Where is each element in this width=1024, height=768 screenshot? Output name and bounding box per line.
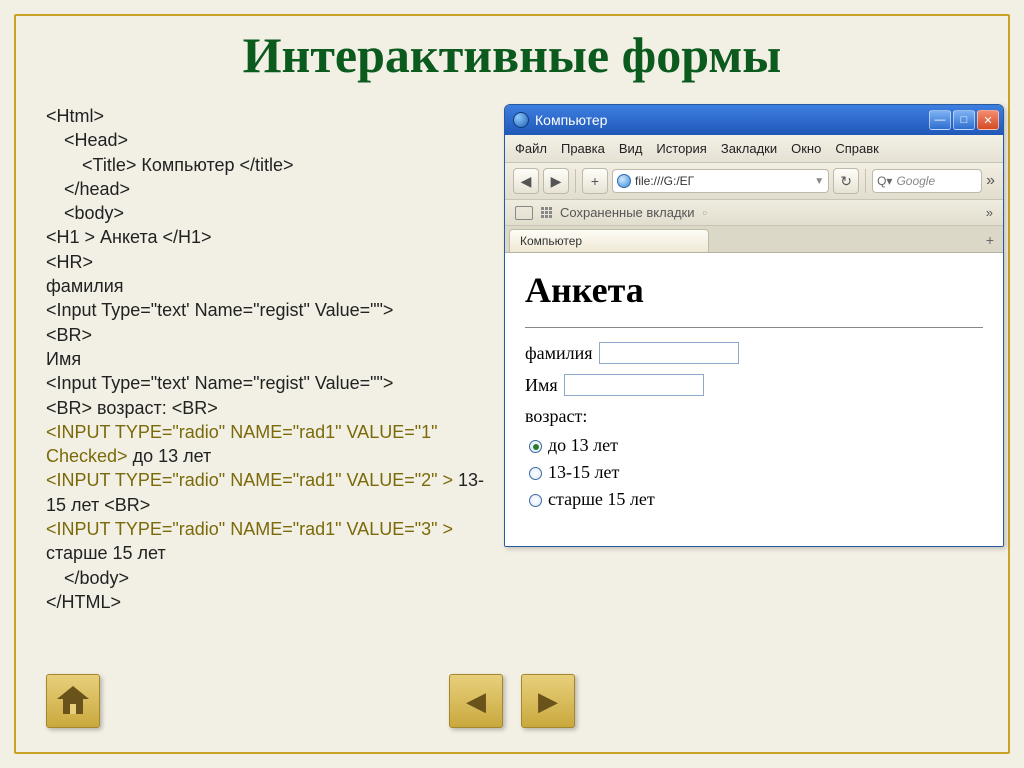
- divider: [525, 327, 983, 328]
- menu-window[interactable]: Окно: [791, 141, 821, 156]
- menu-bookmarks[interactable]: Закладки: [721, 141, 777, 156]
- slide-title: Интерактивные формы: [16, 26, 1008, 84]
- nav-buttons: ◀ ▶: [16, 674, 1008, 728]
- radio-age-2[interactable]: [529, 467, 542, 480]
- prev-button[interactable]: ◀: [449, 674, 503, 728]
- slide-frame: Интерактивные формы <Html> <Head> <Title…: [14, 14, 1010, 754]
- label-age: возраст:: [525, 406, 983, 427]
- globe-icon: [617, 174, 631, 188]
- reload-button[interactable]: ↻: [833, 168, 859, 194]
- label-surname: фамилия: [525, 343, 593, 364]
- url-text: file:///G:/ЕГ: [635, 174, 810, 188]
- home-button[interactable]: [46, 674, 100, 728]
- new-tab-button[interactable]: +: [977, 232, 1003, 252]
- code-line: </head>: [46, 177, 486, 201]
- minimize-button[interactable]: —: [929, 110, 951, 130]
- bookmarks-bar: Сохраненные вкладки ▫ »: [505, 200, 1003, 226]
- radio-label: до 13 лет: [548, 435, 618, 455]
- menu-edit[interactable]: Правка: [561, 141, 605, 156]
- dropdown-icon[interactable]: ▼: [814, 176, 824, 187]
- code-line: </HTML>: [46, 590, 486, 614]
- code-line: <Title> Компьютер </title>: [46, 153, 486, 177]
- label-name: Имя: [525, 375, 558, 396]
- code-line: <H1 > Анкета </H1>: [46, 225, 486, 249]
- code-line: <INPUT TYPE="radio" NAME="rad1" VALUE="2…: [46, 468, 486, 517]
- home-icon: [58, 688, 88, 714]
- search-placeholder: Google: [896, 174, 935, 188]
- tab-bar: Компьютер +: [505, 226, 1003, 253]
- radio-age-3[interactable]: [529, 494, 542, 507]
- url-field[interactable]: file:///G:/ЕГ ▼: [612, 169, 829, 193]
- code-line: Имя: [46, 347, 486, 371]
- code-line: <body>: [46, 201, 486, 225]
- titlebar[interactable]: Компьютер — □ ✕: [505, 105, 1003, 135]
- book-icon[interactable]: [515, 206, 533, 220]
- code-line: <Head>: [46, 128, 486, 152]
- menu-file[interactable]: Файл: [515, 141, 547, 156]
- app-icon: [513, 112, 529, 128]
- page-heading: Анкета: [525, 269, 983, 311]
- overflow-icon[interactable]: »: [986, 172, 995, 190]
- forward-button[interactable]: ▶: [543, 168, 569, 194]
- code-line: <HR>: [46, 250, 486, 274]
- page-content: Анкета фамилия Имя возраст: до 13 лет 13…: [505, 253, 1003, 546]
- code-line: <INPUT TYPE="radio" NAME="rad1" VALUE="3…: [46, 517, 486, 566]
- input-surname[interactable]: [599, 342, 739, 364]
- radio-label: старше 15 лет: [548, 489, 655, 509]
- search-field[interactable]: Q▾ Google: [872, 169, 982, 193]
- browser-window: Компьютер — □ ✕ Файл Правка Вид История …: [504, 104, 1004, 547]
- code-line: <Html>: [46, 104, 486, 128]
- tab-active[interactable]: Компьютер: [509, 229, 709, 252]
- radio-age-1[interactable]: [529, 440, 542, 453]
- menu-view[interactable]: Вид: [619, 141, 643, 156]
- code-line: <BR> возраст: <BR>: [46, 396, 486, 420]
- search-icon: Q▾: [877, 174, 892, 188]
- overflow-icon[interactable]: »: [986, 205, 993, 220]
- code-line: фамилия: [46, 274, 486, 298]
- menu-bar: Файл Правка Вид История Закладки Окно Сп…: [505, 135, 1003, 163]
- code-line: <BR>: [46, 323, 486, 347]
- close-button[interactable]: ✕: [977, 110, 999, 130]
- input-name[interactable]: [564, 374, 704, 396]
- menu-help[interactable]: Справк: [835, 141, 878, 156]
- code-line: <Input Type="text' Name="regist" Value="…: [46, 298, 486, 322]
- menu-history[interactable]: История: [656, 141, 706, 156]
- window-title: Компьютер: [535, 112, 607, 128]
- back-button[interactable]: ◀: [513, 168, 539, 194]
- toolbar: ◀ ▶ + file:///G:/ЕГ ▼ ↻ Q▾ Google: [505, 163, 1003, 200]
- code-line: <INPUT TYPE="radio" NAME="rad1" VALUE="1…: [46, 420, 486, 469]
- code-listing: <Html> <Head> <Title> Компьютер </title>…: [46, 104, 486, 614]
- radio-label: 13-15 лет: [548, 462, 619, 482]
- code-line: </body>: [46, 566, 486, 590]
- add-button[interactable]: +: [582, 168, 608, 194]
- separator: [575, 169, 576, 193]
- code-line: <Input Type="text' Name="regist" Value="…: [46, 371, 486, 395]
- grid-icon[interactable]: [541, 207, 552, 218]
- bookmarks-label[interactable]: Сохраненные вкладки: [560, 205, 694, 220]
- next-button[interactable]: ▶: [521, 674, 575, 728]
- content-row: <Html> <Head> <Title> Компьютер </title>…: [16, 84, 1008, 614]
- separator: [865, 169, 866, 193]
- maximize-button[interactable]: □: [953, 110, 975, 130]
